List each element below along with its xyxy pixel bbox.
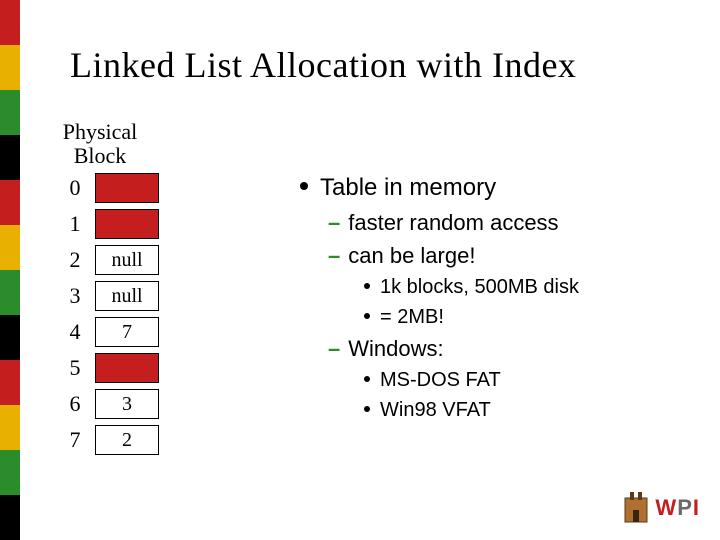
bullet-level3: Win98 VFAT	[364, 395, 680, 425]
bullet-dot-icon	[300, 182, 308, 190]
row-cell: 2	[95, 425, 159, 455]
bullet-list: Table in memory – faster random access –…	[300, 170, 680, 425]
row-index: 6	[55, 391, 95, 417]
bullet-text: MS-DOS FAT	[380, 365, 501, 395]
bullet-dot-icon	[364, 406, 370, 412]
row-cell: null	[95, 245, 159, 275]
logo-w: W	[655, 495, 677, 520]
row-cell	[95, 209, 159, 239]
index-table: 0 1 2 null 3 null 4 7 5 6 3 7 2	[55, 170, 159, 458]
bullet-level2: – Windows:	[328, 332, 680, 365]
bullet-level2: – faster random access	[328, 206, 680, 239]
bullet-dot-icon	[364, 283, 370, 289]
table-row: 3 null	[55, 278, 159, 314]
row-index: 4	[55, 319, 95, 345]
wpi-logo: WPI	[621, 490, 700, 526]
bullet-text: Win98 VFAT	[380, 395, 491, 425]
slide-title: Linked List Allocation with Index	[70, 44, 576, 86]
bullet-text: 1k blocks, 500MB disk	[380, 272, 579, 302]
row-cell: null	[95, 281, 159, 311]
row-cell: 7	[95, 317, 159, 347]
bullet-dash-icon: –	[328, 239, 340, 272]
row-cell	[95, 173, 159, 203]
table-row: 6 3	[55, 386, 159, 422]
bullet-level1: Table in memory	[300, 170, 680, 206]
bullet-text: faster random access	[348, 206, 558, 239]
color-strip	[0, 0, 20, 540]
bullet-level3: 1k blocks, 500MB disk	[364, 272, 680, 302]
seal-icon	[621, 490, 651, 526]
table-row: 2 null	[55, 242, 159, 278]
row-index: 7	[55, 427, 95, 453]
table-row: 0	[55, 170, 159, 206]
table-header: Physical Block	[55, 120, 145, 168]
table-header-line2: Block	[55, 144, 145, 168]
row-index: 5	[55, 355, 95, 381]
logo-p: P	[677, 495, 693, 520]
bullet-text: Windows:	[348, 332, 443, 365]
bullet-dot-icon	[364, 376, 370, 382]
row-index: 0	[55, 175, 95, 201]
bullet-level3: MS-DOS FAT	[364, 365, 680, 395]
bullet-text: Table in memory	[320, 170, 496, 206]
bullet-text: = 2MB!	[380, 302, 444, 332]
table-row: 7 2	[55, 422, 159, 458]
row-cell: 3	[95, 389, 159, 419]
table-row: 4 7	[55, 314, 159, 350]
bullet-dash-icon: –	[328, 332, 340, 365]
slide: Linked List Allocation with Index Physic…	[0, 0, 720, 540]
table-row: 1	[55, 206, 159, 242]
bullet-text: can be large!	[348, 239, 475, 272]
table-row: 5	[55, 350, 159, 386]
logo-i: I	[693, 495, 700, 520]
wpi-text: WPI	[655, 495, 700, 521]
row-index: 3	[55, 283, 95, 309]
table-header-line1: Physical	[55, 120, 145, 144]
bullet-level2: – can be large!	[328, 239, 680, 272]
row-index: 1	[55, 211, 95, 237]
bullet-dot-icon	[364, 313, 370, 319]
row-cell	[95, 353, 159, 383]
bullet-level3: = 2MB!	[364, 302, 680, 332]
row-index: 2	[55, 247, 95, 273]
bullet-dash-icon: –	[328, 206, 340, 239]
